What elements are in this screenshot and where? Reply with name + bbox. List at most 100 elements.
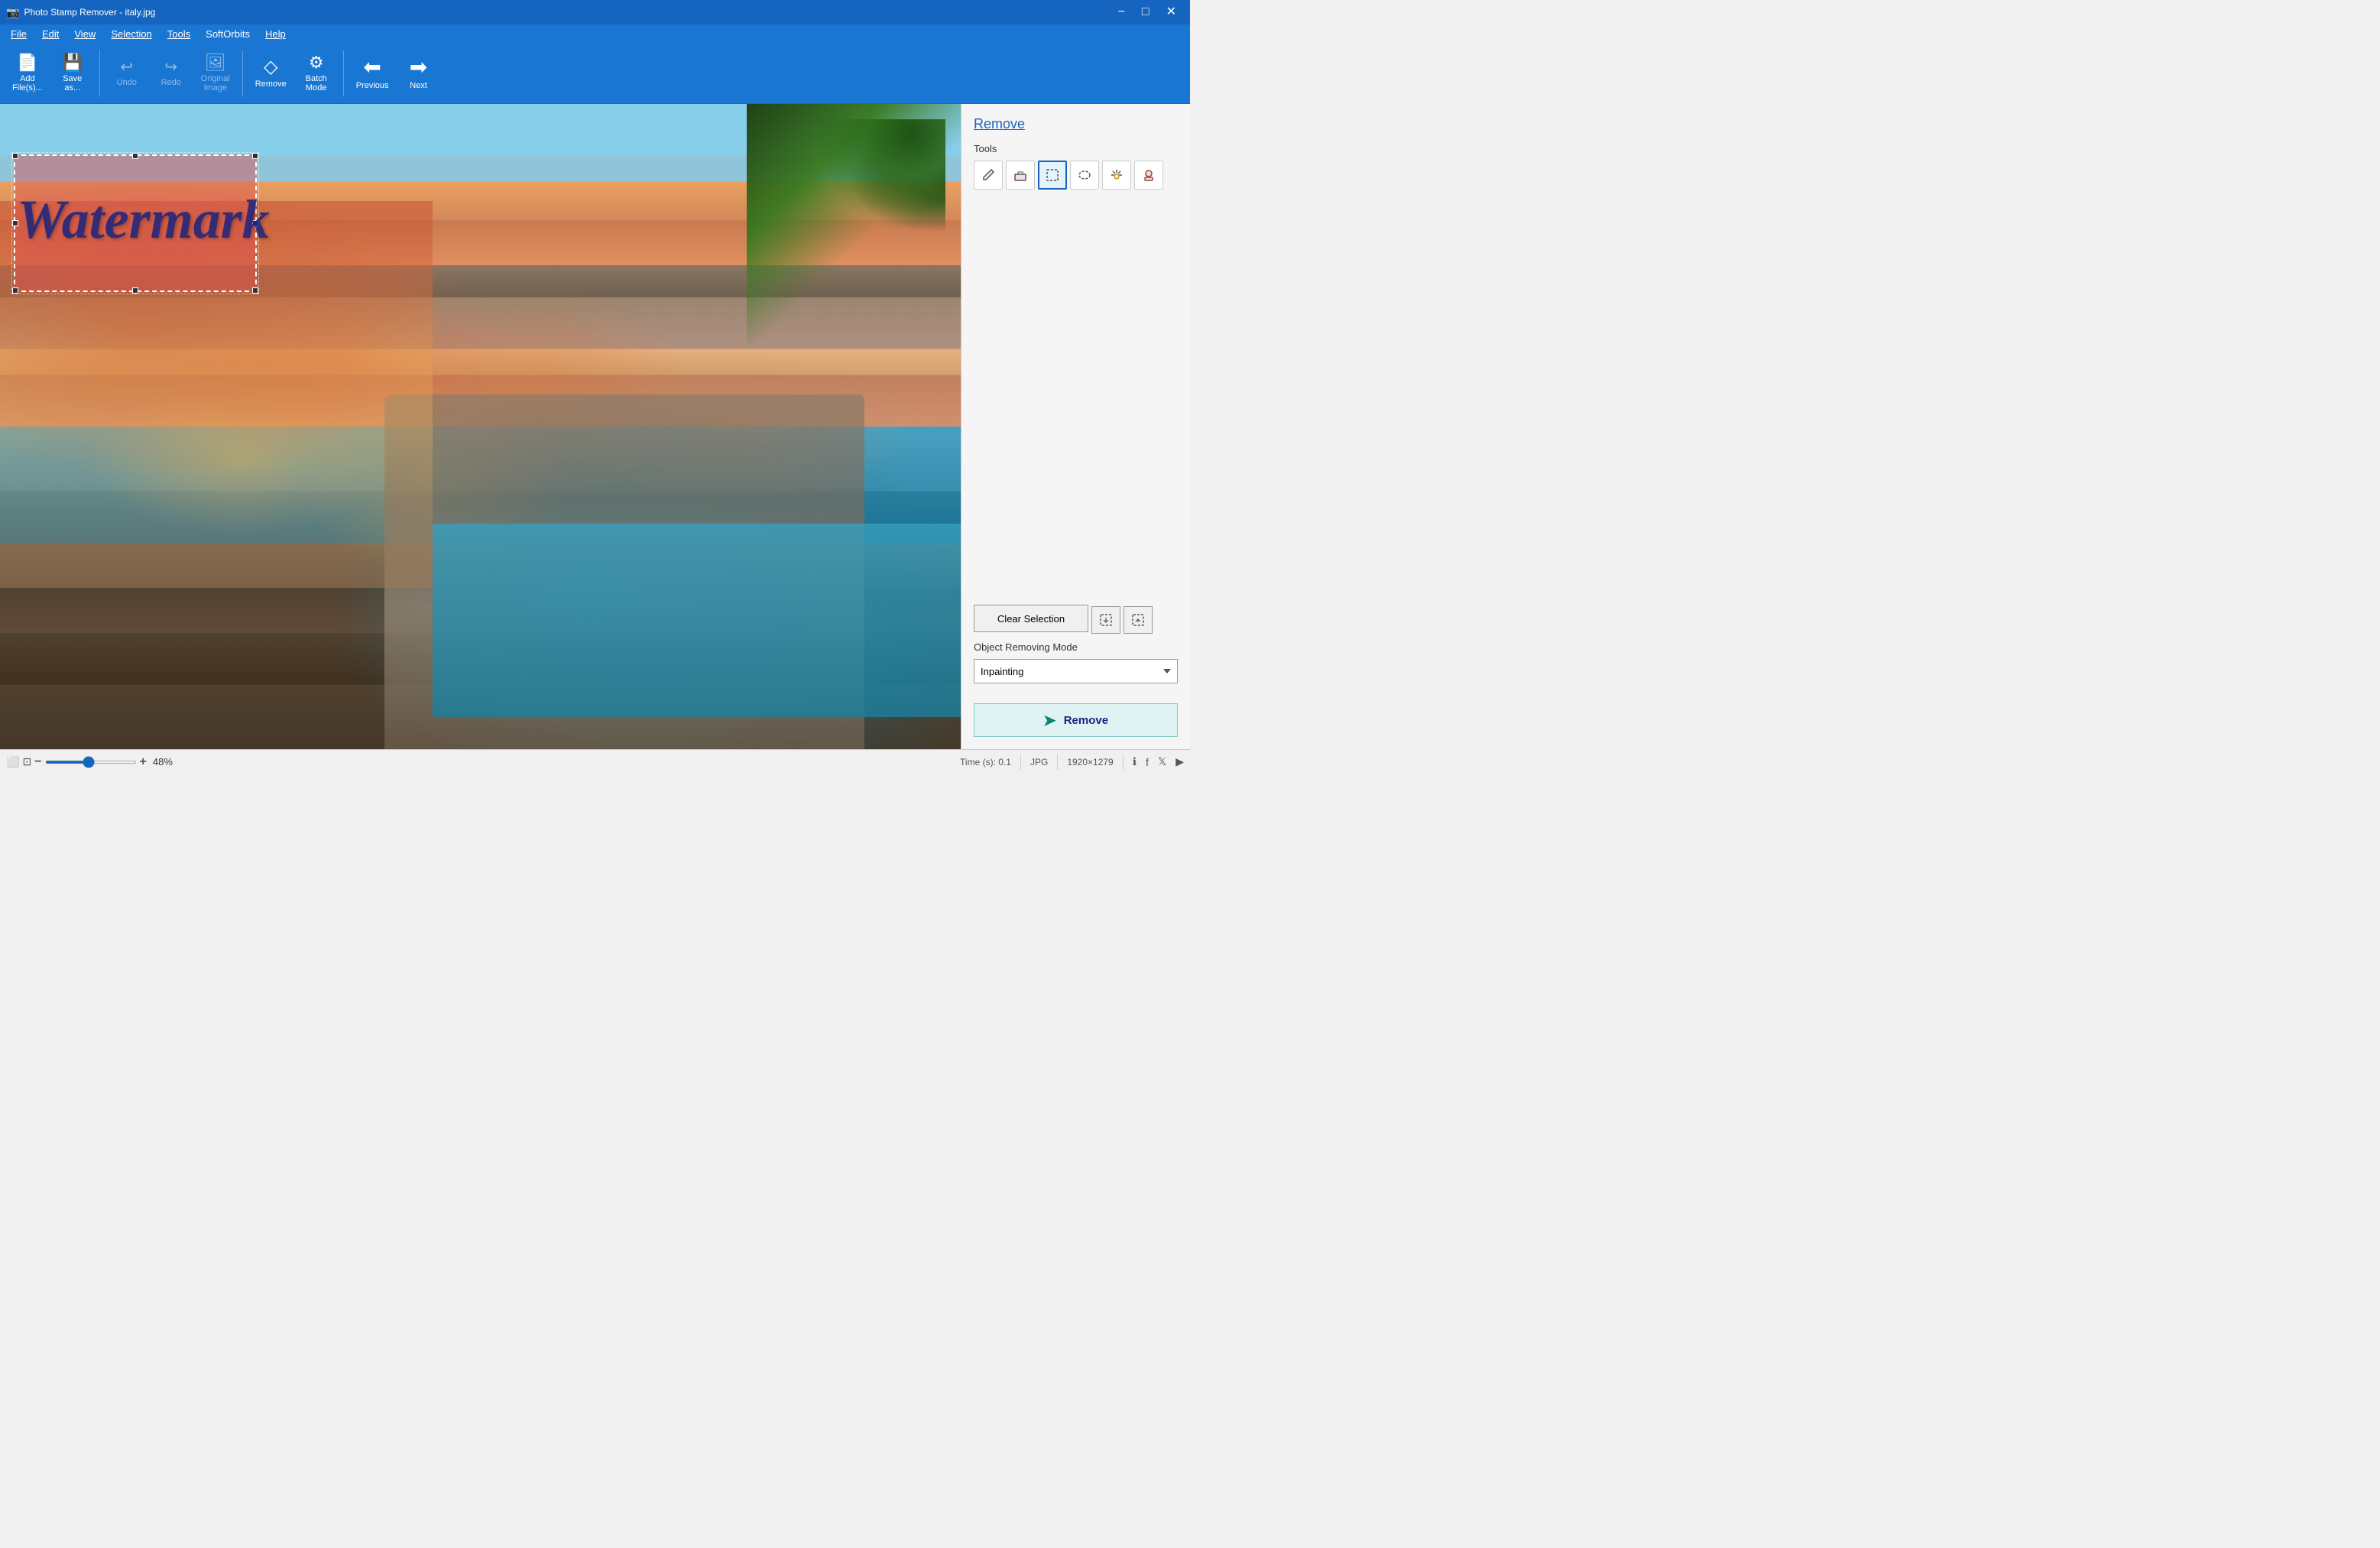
zoom-slider[interactable] [45, 761, 137, 764]
file-format: JPG [1030, 757, 1048, 768]
previous-button[interactable]: ⬅ Previous [350, 47, 395, 100]
load-selection-button[interactable] [1124, 606, 1153, 634]
object-removing-section: Object Removing Mode Inpainting Copy Blu… [974, 641, 1178, 699]
tool-pencil[interactable] [974, 161, 1003, 190]
tool-eraser[interactable] [1006, 161, 1035, 190]
status-divider-2 [1057, 755, 1058, 770]
panel-tools-label: Tools [974, 143, 1178, 154]
next-icon: ➡ [410, 57, 427, 78]
original-image-button[interactable]: 🖼 Original Image [195, 47, 236, 100]
status-divider-3 [1123, 755, 1124, 770]
handle-top-left[interactable] [12, 153, 18, 159]
status-bar: ⬜ ⊡ − + 48% Time (s): 0.1 JPG 1920×1279 … [0, 749, 1190, 774]
redo-button[interactable]: ↪ Redo [151, 47, 192, 100]
tool-rect-select[interactable] [1038, 161, 1067, 190]
remove-action-button[interactable]: ➤ Remove [974, 703, 1178, 737]
right-panel: Remove Tools [961, 104, 1190, 749]
mode-select[interactable]: Inpainting Copy Blur [974, 659, 1178, 683]
handle-mid-left[interactable] [12, 220, 18, 226]
original-image-icon: 🖼 [205, 54, 226, 71]
tools-row [974, 161, 1178, 190]
object-removing-label: Object Removing Mode [974, 641, 1178, 653]
handle-top-mid[interactable] [132, 153, 138, 159]
menu-file[interactable]: File [3, 27, 34, 41]
toolbar-sep-3 [343, 50, 344, 96]
undo-button[interactable]: ↩ Undo [106, 47, 148, 100]
status-divider-1 [1020, 755, 1021, 770]
panel-spacer-top [974, 205, 1178, 605]
undo-icon: ↩ [120, 60, 133, 75]
batch-mode-button[interactable]: ⚙ Batch Mode [296, 47, 337, 100]
zoom-minus-button[interactable]: − [34, 755, 41, 769]
title-bar-controls: − □ ✕ [1111, 5, 1184, 20]
add-file-label: Add File(s)... [12, 74, 43, 92]
status-bar-right: Time (s): 0.1 JPG 1920×1279 ℹ f 𝕏 ▶ [960, 755, 1184, 770]
app-icon: 📷 [6, 6, 19, 19]
zoom-plus-button[interactable]: + [140, 755, 147, 769]
batch-mode-icon: ⚙ [309, 54, 324, 71]
close-button[interactable]: ✕ [1159, 5, 1184, 20]
save-as-button[interactable]: 💾 Save as... [52, 47, 93, 100]
youtube-icon[interactable]: ▶ [1175, 755, 1184, 768]
clear-selection-button[interactable]: Clear Selection [974, 605, 1088, 632]
selection-mode-icon[interactable]: ⬜ [6, 755, 19, 768]
title-bar-text: Photo Stamp Remover - italy.jpg [24, 7, 155, 18]
previous-icon: ⬅ [363, 57, 381, 78]
status-bar-left: ⬜ ⊡ − + 48% [6, 755, 954, 769]
tool-lasso[interactable] [1070, 161, 1099, 190]
tool-stamp[interactable] [1134, 161, 1163, 190]
clear-selection-row: Clear Selection [974, 605, 1178, 635]
twitter-icon[interactable]: 𝕏 [1158, 755, 1166, 768]
next-button[interactable]: ➡ Next [398, 47, 439, 100]
menu-bar: File Edit View Selection Tools SoftOrbit… [0, 24, 1190, 43]
save-as-icon: 💾 [62, 54, 83, 71]
panel-title: Remove [974, 116, 1178, 132]
toolbar-sep-1 [99, 50, 100, 96]
add-file-button[interactable]: 📄 Add File(s)... [6, 47, 49, 100]
toolbar-sep-2 [242, 50, 243, 96]
batch-mode-label: Batch Mode [306, 74, 327, 92]
save-selection-button[interactable] [1091, 606, 1120, 634]
pine-needles [777, 119, 945, 272]
handle-bottom-left[interactable] [12, 287, 18, 294]
handle-bottom-mid[interactable] [132, 287, 138, 294]
time-label: Time (s): 0.1 [960, 757, 1011, 768]
zoom-fit-icon[interactable]: ⊡ [22, 755, 31, 768]
handle-bottom-right[interactable] [252, 287, 258, 294]
maximize-button[interactable]: □ [1134, 5, 1157, 20]
redo-label: Redo [161, 78, 181, 87]
main-area: Watermark Remove Tools [0, 104, 1190, 749]
info-icon[interactable]: ℹ [1133, 755, 1136, 768]
menu-view[interactable]: View [66, 27, 103, 41]
next-label: Next [410, 81, 427, 90]
remove-arrow-icon: ➤ [1043, 711, 1056, 730]
remove-button[interactable]: ◇ Remove [249, 47, 293, 100]
menu-edit[interactable]: Edit [34, 27, 66, 41]
harbor-water [433, 524, 961, 717]
toolbar: 📄 Add File(s)... 💾 Save as... ↩ Undo ↪ R… [0, 43, 1190, 104]
tool-magic-wand[interactable] [1102, 161, 1131, 190]
menu-selection[interactable]: Selection [103, 27, 159, 41]
canvas-area[interactable]: Watermark [0, 104, 961, 749]
remove-icon: ◇ [264, 58, 277, 76]
handle-top-right[interactable] [252, 153, 258, 159]
minimize-button[interactable]: − [1111, 5, 1133, 20]
image-dimensions: 1920×1279 [1067, 757, 1113, 768]
handle-mid-right[interactable] [252, 220, 258, 226]
menu-tools[interactable]: Tools [160, 27, 198, 41]
zoom-level: 48% [153, 756, 173, 768]
original-image-label: Original Image [201, 74, 230, 92]
title-bar: 📷 Photo Stamp Remover - italy.jpg − □ ✕ [0, 0, 1190, 24]
undo-label: Undo [117, 78, 137, 87]
selection-box[interactable] [14, 154, 257, 292]
previous-label: Previous [356, 81, 389, 90]
title-bar-left: 📷 Photo Stamp Remover - italy.jpg [6, 6, 155, 19]
redo-icon: ↪ [164, 60, 177, 75]
remove-action-label: Remove [1064, 714, 1108, 727]
facebook-icon[interactable]: f [1146, 756, 1149, 768]
menu-softorbits[interactable]: SoftOrbits [198, 27, 258, 41]
photo-container: Watermark [0, 104, 961, 749]
add-file-icon: 📄 [17, 54, 37, 71]
menu-help[interactable]: Help [258, 27, 293, 41]
remove-label: Remove [255, 80, 287, 89]
